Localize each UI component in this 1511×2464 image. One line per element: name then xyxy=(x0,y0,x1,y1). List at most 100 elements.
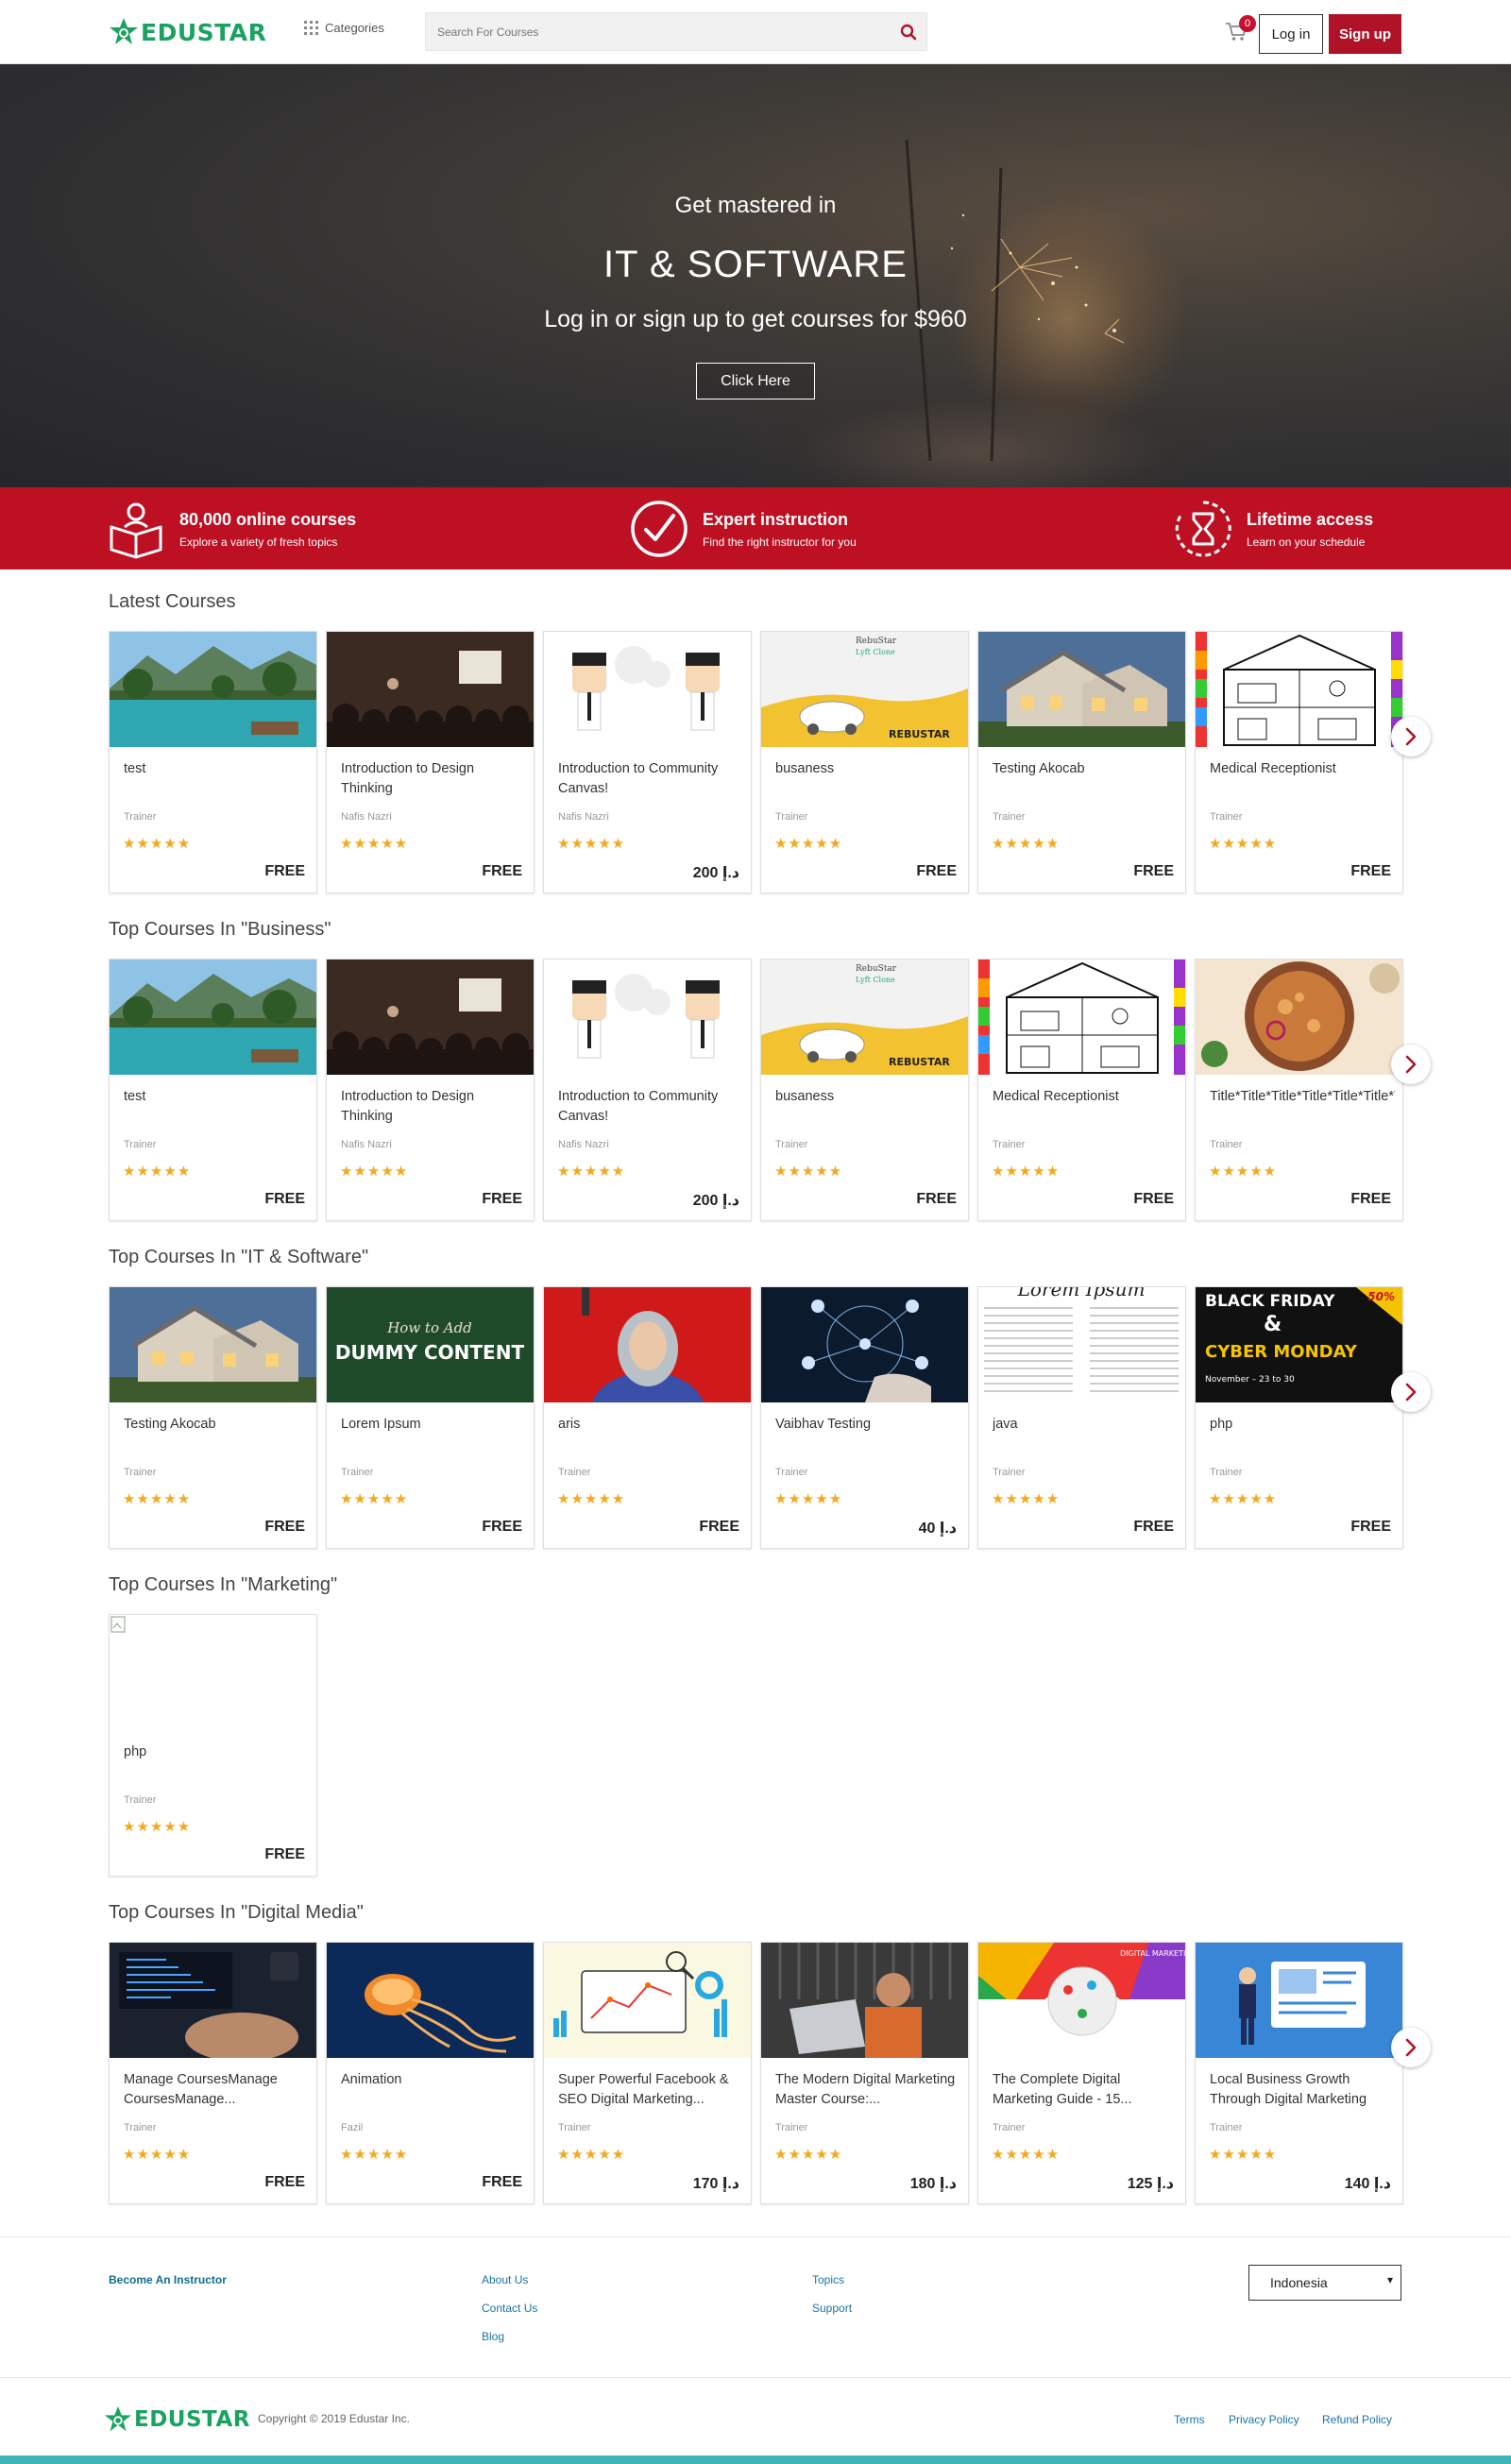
course-card[interactable]: RebuStar Lyft Clone REBUSTAR busaness Traine… xyxy=(760,631,969,893)
course-thumbnail[interactable] xyxy=(327,960,534,1075)
course-card[interactable]: php Trainer ★★★★★ FREE xyxy=(109,1614,317,1877)
course-card[interactable]: DIGITAL MARKETING The Complete Digital Ma… xyxy=(977,1942,1186,2204)
course-title[interactable]: Introduction to Community Canvas! xyxy=(558,759,743,799)
signup-button[interactable]: Sign up xyxy=(1329,14,1401,54)
course-title[interactable]: busaness xyxy=(775,759,960,779)
carousel-next-button[interactable] xyxy=(1391,2028,1431,2067)
course-card[interactable]: Vaibhav Testing Trainer ★★★★★ 40 د.إ xyxy=(760,1286,969,1549)
footer-link-terms[interactable]: Terms xyxy=(1174,2413,1205,2426)
course-thumbnail[interactable] xyxy=(110,960,316,1075)
course-title[interactable]: Super Powerful Facebook & SEO Digital Ma… xyxy=(558,2070,743,2110)
carousel-next-button[interactable] xyxy=(1391,1372,1431,1412)
login-button[interactable]: Log in xyxy=(1259,14,1323,54)
course-thumbnail[interactable] xyxy=(1196,960,1402,1075)
footer-link-refund[interactable]: Refund Policy xyxy=(1322,2413,1392,2426)
course-title[interactable]: php xyxy=(1210,1415,1395,1435)
course-thumbnail[interactable] xyxy=(544,632,751,747)
course-card[interactable]: Super Powerful Facebook & SEO Digital Ma… xyxy=(543,1942,752,2204)
course-title[interactable]: Animation xyxy=(341,2070,526,2090)
course-thumbnail[interactable]: How to Add DUMMY CONTENT xyxy=(327,1287,534,1402)
categories-button[interactable]: Categories xyxy=(304,21,384,35)
hero-cta-button[interactable]: Click Here xyxy=(696,363,815,399)
footer-link-topics[interactable]: Topics xyxy=(812,2273,844,2286)
course-thumbnail[interactable] xyxy=(978,632,1185,747)
course-title[interactable]: Medical Receptionist xyxy=(993,1087,1178,1107)
footer-link-about[interactable]: About Us xyxy=(482,2273,528,2286)
course-card[interactable]: test Trainer ★★★★★ FREE xyxy=(109,959,317,1221)
course-title[interactable]: Introduction to Design Thinking xyxy=(341,759,526,799)
course-thumbnail[interactable] xyxy=(110,1287,316,1402)
course-card[interactable]: Testing Akocab Trainer ★★★★★ FREE xyxy=(977,631,1186,893)
course-thumbnail[interactable]: Lorem Ipsum xyxy=(978,1287,1185,1402)
search-input[interactable] xyxy=(426,13,879,50)
course-title[interactable]: busaness xyxy=(775,1087,960,1107)
course-trainer: Nafis Nazri xyxy=(558,1139,609,1150)
footer-link-support[interactable]: Support xyxy=(812,2302,852,2315)
course-thumbnail[interactable] xyxy=(544,960,751,1075)
course-card[interactable]: Medical Receptionist Trainer ★★★★★ FREE xyxy=(1195,631,1403,893)
course-thumbnail[interactable] xyxy=(978,960,1185,1075)
course-thumbnail[interactable] xyxy=(761,1943,968,2058)
course-thumbnail[interactable] xyxy=(110,1943,316,2058)
course-card[interactable]: Testing Akocab Trainer ★★★★★ FREE xyxy=(109,1286,317,1549)
footer-link-contact[interactable]: Contact Us xyxy=(482,2302,537,2315)
course-thumbnail[interactable] xyxy=(1196,632,1402,747)
course-thumbnail[interactable] xyxy=(544,1287,751,1402)
course-card[interactable]: Introduction to Design Thinking Nafis Naz… xyxy=(326,959,535,1221)
course-title[interactable]: java xyxy=(993,1415,1178,1435)
course-thumbnail[interactable] xyxy=(327,632,534,747)
course-title[interactable]: test xyxy=(124,759,309,779)
course-thumbnail[interactable] xyxy=(110,632,316,747)
become-instructor-link[interactable]: Become An Instructor xyxy=(109,2273,227,2286)
course-card[interactable]: Introduction to Community Canvas! Nafis N… xyxy=(543,959,752,1221)
carousel-next-button[interactable] xyxy=(1391,717,1431,756)
footer-logo[interactable]: EDUSTAR xyxy=(104,2405,250,2434)
course-card[interactable]: Animation Fazil ★★★★★ FREE xyxy=(326,1942,535,2204)
course-title[interactable]: Introduction to Community Canvas! xyxy=(558,1087,743,1127)
carousel-next-button[interactable] xyxy=(1391,1045,1431,1084)
course-card[interactable]: Lorem Ipsum java Trainer ★★★★★ FREE xyxy=(977,1286,1186,1549)
course-price: FREE xyxy=(916,1191,957,1207)
course-card[interactable]: How to Add DUMMY CONTENT Lorem Ipsum Traine… xyxy=(326,1286,535,1549)
course-thumbnail[interactable] xyxy=(1196,1943,1402,2058)
course-title[interactable]: php xyxy=(124,1742,309,1762)
course-title[interactable]: aris xyxy=(558,1415,743,1435)
course-card[interactable]: 50% BLACK FRIDAY & CYBER MONDAY November – 2… xyxy=(1195,1286,1403,1549)
course-title[interactable]: Title*Title*Title*Title*Title*Title*Titl… xyxy=(1210,1087,1395,1107)
course-title[interactable]: test xyxy=(124,1087,309,1107)
course-title[interactable]: Local Business Growth Through Digital Ma… xyxy=(1210,2070,1395,2110)
course-card[interactable]: Introduction to Community Canvas! Nafis N… xyxy=(543,631,752,893)
course-card[interactable]: RebuStar Lyft Clone REBUSTAR busaness Traine… xyxy=(760,959,969,1221)
course-card[interactable]: Medical Receptionist Trainer ★★★★★ FREE xyxy=(977,959,1186,1221)
course-card[interactable]: Introduction to Design Thinking Nafis Naz… xyxy=(326,631,535,893)
edustar-logo[interactable]: EDUSTAR xyxy=(109,17,266,47)
footer-link-privacy[interactable]: Privacy Policy xyxy=(1229,2413,1299,2426)
course-title[interactable]: The Complete Digital Marketing Guide - 1… xyxy=(993,2070,1178,2110)
course-thumbnail[interactable] xyxy=(110,1615,316,1730)
course-thumbnail[interactable] xyxy=(761,1287,968,1402)
course-title[interactable]: Vaibhav Testing xyxy=(775,1415,960,1435)
course-thumbnail[interactable]: RebuStar Lyft Clone REBUSTAR xyxy=(761,632,968,747)
language-select[interactable]: Indonesia ▾ xyxy=(1248,2265,1401,2301)
course-card[interactable]: test Trainer ★★★★★ FREE xyxy=(109,631,317,893)
course-title[interactable]: The Modern Digital Marketing Master Cour… xyxy=(775,2070,960,2110)
search-icon[interactable] xyxy=(900,24,917,41)
course-title[interactable]: Testing Akocab xyxy=(124,1415,309,1435)
course-title[interactable]: Lorem Ipsum xyxy=(341,1415,526,1435)
course-thumbnail[interactable] xyxy=(544,1943,751,2058)
course-thumbnail[interactable]: 50% BLACK FRIDAY & CYBER MONDAY November – 2… xyxy=(1196,1287,1402,1402)
course-card[interactable]: Title*Title*Title*Title*Title*Title*Titl… xyxy=(1195,959,1403,1221)
course-title[interactable]: Medical Receptionist xyxy=(1210,759,1395,779)
course-title[interactable]: Introduction to Design Thinking xyxy=(341,1087,526,1127)
footer-link-blog[interactable]: Blog xyxy=(482,2330,504,2343)
rating-stars-icon: ★★★★★ xyxy=(1209,836,1278,852)
course-card[interactable]: Manage CoursesManage CoursesManage... Tra… xyxy=(109,1942,317,2204)
course-thumbnail[interactable]: RebuStar Lyft Clone REBUSTAR xyxy=(761,960,968,1075)
course-thumbnail[interactable]: DIGITAL MARKETING xyxy=(978,1943,1185,2058)
course-card[interactable]: Local Business Growth Through Digital Ma… xyxy=(1195,1942,1403,2204)
course-card[interactable]: The Modern Digital Marketing Master Cour… xyxy=(760,1942,969,2204)
course-card[interactable]: aris Trainer ★★★★★ FREE xyxy=(543,1286,752,1549)
course-thumbnail[interactable] xyxy=(327,1943,534,2058)
course-title[interactable]: Manage CoursesManage CoursesManage... xyxy=(124,2070,309,2110)
course-title[interactable]: Testing Akocab xyxy=(993,759,1178,779)
